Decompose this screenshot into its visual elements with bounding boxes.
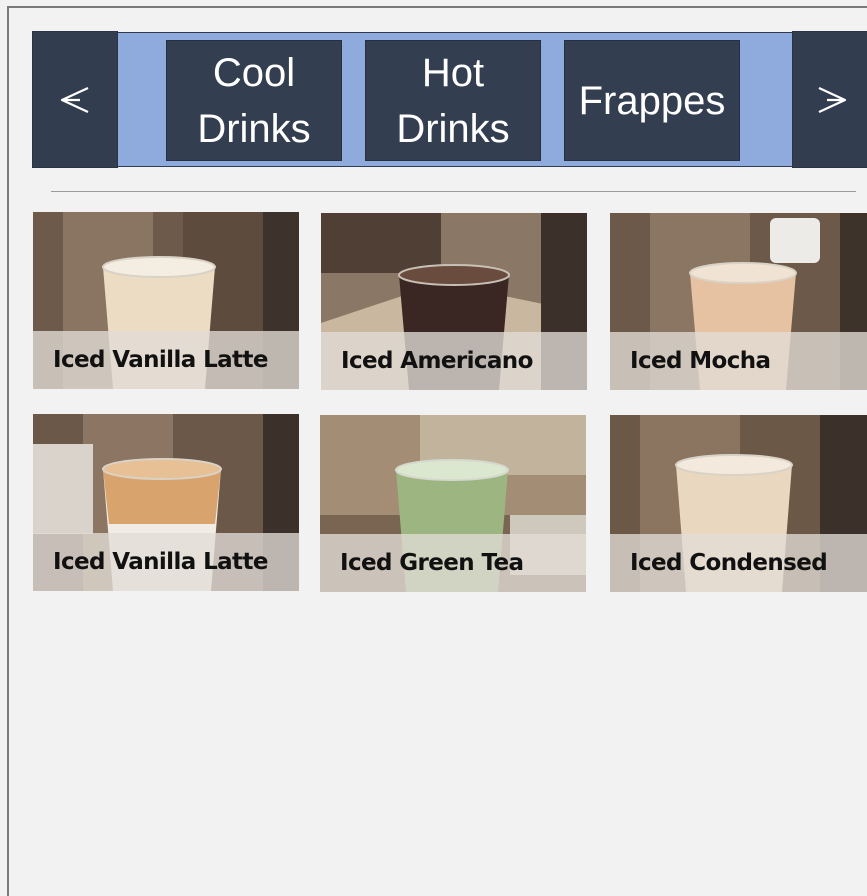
divider <box>51 191 856 192</box>
product-name: Iced Vanilla Latte <box>33 533 299 591</box>
product-name: Iced Mocha <box>610 332 867 390</box>
chevron-left-icon <box>60 86 89 113</box>
category-strip: Cool Drinks Hot Drinks Frappes <box>118 32 793 167</box>
product-name: Iced Green Tea <box>320 534 586 592</box>
product-card[interactable]: Iced Vanilla Latte <box>33 414 299 591</box>
tab-cool-drinks[interactable]: Cool Drinks <box>166 40 342 161</box>
tab-label-line2: Drinks <box>396 106 510 151</box>
product-card[interactable]: Iced Green Tea <box>320 415 586 592</box>
product-card[interactable]: Iced Americano <box>321 213 587 390</box>
product-card[interactable]: Iced Vanilla Latte <box>33 212 299 389</box>
product-name: Iced Vanilla Latte <box>33 331 299 389</box>
product-name: Iced Condensed <box>610 534 867 592</box>
prev-category-button[interactable] <box>32 31 118 168</box>
next-category-button[interactable] <box>792 31 867 168</box>
tab-frappes[interactable]: Frappes <box>564 40 740 161</box>
product-card[interactable]: Iced Condensed <box>610 415 867 592</box>
tab-label-line1: Hot <box>421 50 485 95</box>
tab-label-line1: Cool <box>212 50 296 95</box>
product-name: Iced Americano <box>321 332 587 390</box>
tab-label: Frappes <box>578 78 726 123</box>
tab-label-line2: Drinks <box>197 106 311 151</box>
product-card[interactable]: Iced Mocha <box>610 213 867 390</box>
chevron-right-icon <box>818 86 847 113</box>
tab-hot-drinks[interactable]: Hot Drinks <box>365 40 541 161</box>
